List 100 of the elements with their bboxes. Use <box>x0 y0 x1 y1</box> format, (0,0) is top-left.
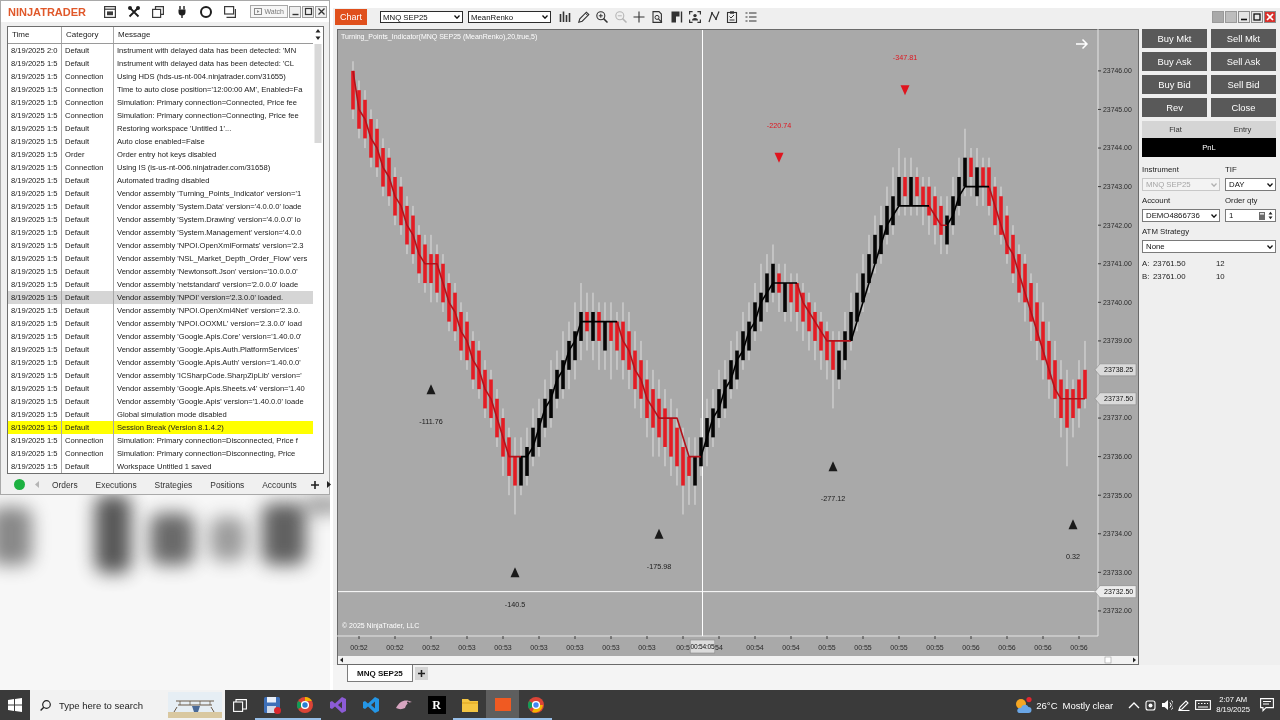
up-triangle-icon <box>1068 519 1078 530</box>
scroll-right-icon[interactable] <box>326 481 331 488</box>
column-header[interactable]: Time <box>8 27 62 43</box>
close-icon <box>316 7 326 16</box>
trade-button[interactable]: Buy Bid <box>1142 75 1207 94</box>
calculator-icon[interactable] <box>1259 211 1265 220</box>
browser-icon <box>526 696 545 714</box>
candle <box>597 301 601 371</box>
column-header[interactable]: Category <box>62 27 114 43</box>
pencil-button[interactable] <box>577 11 590 23</box>
candle <box>993 176 997 236</box>
candle <box>375 118 379 178</box>
search-highlight-image <box>168 692 222 718</box>
candle <box>369 108 373 168</box>
document-search-button[interactable] <box>652 11 664 23</box>
candle <box>591 292 595 361</box>
tools-icon[interactable] <box>128 5 141 18</box>
maximize-button[interactable] <box>302 5 314 18</box>
search-input[interactable]: Type here to search <box>59 699 151 711</box>
plus-icon[interactable] <box>310 480 319 489</box>
vertical-scrollbar[interactable] <box>314 27 322 143</box>
candle <box>759 263 763 332</box>
plug-icon[interactable] <box>176 5 189 18</box>
monitor-icon[interactable] <box>224 5 237 18</box>
chevron-up-icon[interactable] <box>1128 700 1141 710</box>
tab[interactable]: Orders <box>43 477 87 492</box>
tab[interactable]: Executions <box>86 477 146 492</box>
tab[interactable]: Accounts <box>253 477 306 492</box>
trade-button[interactable]: Sell Bid <box>1211 75 1276 94</box>
list-icon <box>744 11 757 23</box>
search-field[interactable]: Type here to search <box>30 690 225 720</box>
clipboard-button[interactable] <box>726 11 739 23</box>
candle <box>717 369 721 429</box>
up-triangle-icon <box>654 528 664 539</box>
candle <box>381 137 385 197</box>
task-view-icon <box>233 698 247 712</box>
column-header[interactable]: Message <box>114 27 313 43</box>
candle <box>435 243 439 303</box>
pen-icon[interactable] <box>1178 699 1191 711</box>
camera-icon[interactable] <box>1145 699 1157 711</box>
horizontal-scrollbar[interactable] <box>338 656 1138 664</box>
candle <box>843 311 847 371</box>
candle <box>765 253 769 313</box>
add-tab-button[interactable] <box>414 667 428 680</box>
ribbon-app-icon <box>328 696 347 714</box>
trade-button[interactable]: Sell Ask <box>1211 52 1276 71</box>
minimize-button[interactable] <box>1238 11 1250 23</box>
chart-label: Chart <box>335 9 367 25</box>
list-button[interactable] <box>744 11 757 23</box>
trade-button[interactable]: Close <box>1211 98 1276 117</box>
volume-icon[interactable] <box>1161 699 1174 711</box>
spinner-arrows-icon[interactable] <box>1268 211 1273 220</box>
ring-icon[interactable] <box>200 5 213 18</box>
candle <box>957 157 961 217</box>
candle <box>873 215 877 274</box>
zoom-out-icon <box>614 11 627 23</box>
chart-tab[interactable]: MNQ SEP25 <box>347 665 413 682</box>
trade-button[interactable]: Buy Ask <box>1142 52 1207 71</box>
candle <box>429 234 433 303</box>
candle <box>981 157 985 207</box>
window-icon[interactable] <box>104 5 117 18</box>
capture-button[interactable] <box>689 11 702 23</box>
candle <box>585 292 589 352</box>
browser-icon <box>295 696 314 714</box>
crosshair-button[interactable] <box>633 11 646 23</box>
weather-icon[interactable] <box>1014 697 1033 713</box>
trade-button[interactable]: Rev <box>1142 98 1207 117</box>
keyboard-icon[interactable] <box>1195 700 1212 710</box>
tab[interactable]: Positions <box>201 477 254 492</box>
candle <box>567 321 571 390</box>
windows-icon[interactable] <box>152 5 165 18</box>
zigzag-line-button[interactable] <box>707 11 720 23</box>
candle <box>543 379 547 438</box>
clipboard-icon <box>726 11 739 23</box>
close-button[interactable] <box>315 5 327 18</box>
candle <box>969 147 973 197</box>
candle <box>945 195 949 255</box>
bar-chart-button[interactable] <box>559 11 571 23</box>
zoom-in-button[interactable] <box>596 11 609 23</box>
minimize-button[interactable] <box>289 5 301 18</box>
trade-button[interactable]: Buy Mkt <box>1142 29 1207 48</box>
flag-button[interactable] <box>670 11 683 23</box>
notification-icon[interactable] <box>1260 698 1274 712</box>
candle <box>819 311 823 371</box>
candle <box>519 436 523 496</box>
candle <box>495 388 499 448</box>
tab[interactable]: Strategies <box>145 477 202 492</box>
trade-button[interactable]: Sell Mkt <box>1211 29 1276 48</box>
candle <box>1077 359 1081 429</box>
candle <box>711 388 715 448</box>
maximize-icon <box>1252 12 1262 22</box>
candle <box>705 398 709 467</box>
candle <box>777 263 781 313</box>
maximize-button[interactable] <box>1251 11 1263 23</box>
candle <box>1029 272 1033 342</box>
taskbar-app[interactable]: R <box>420 690 453 720</box>
candle <box>975 147 979 207</box>
candle <box>411 205 415 265</box>
candle <box>735 330 739 390</box>
candle <box>471 330 475 390</box>
